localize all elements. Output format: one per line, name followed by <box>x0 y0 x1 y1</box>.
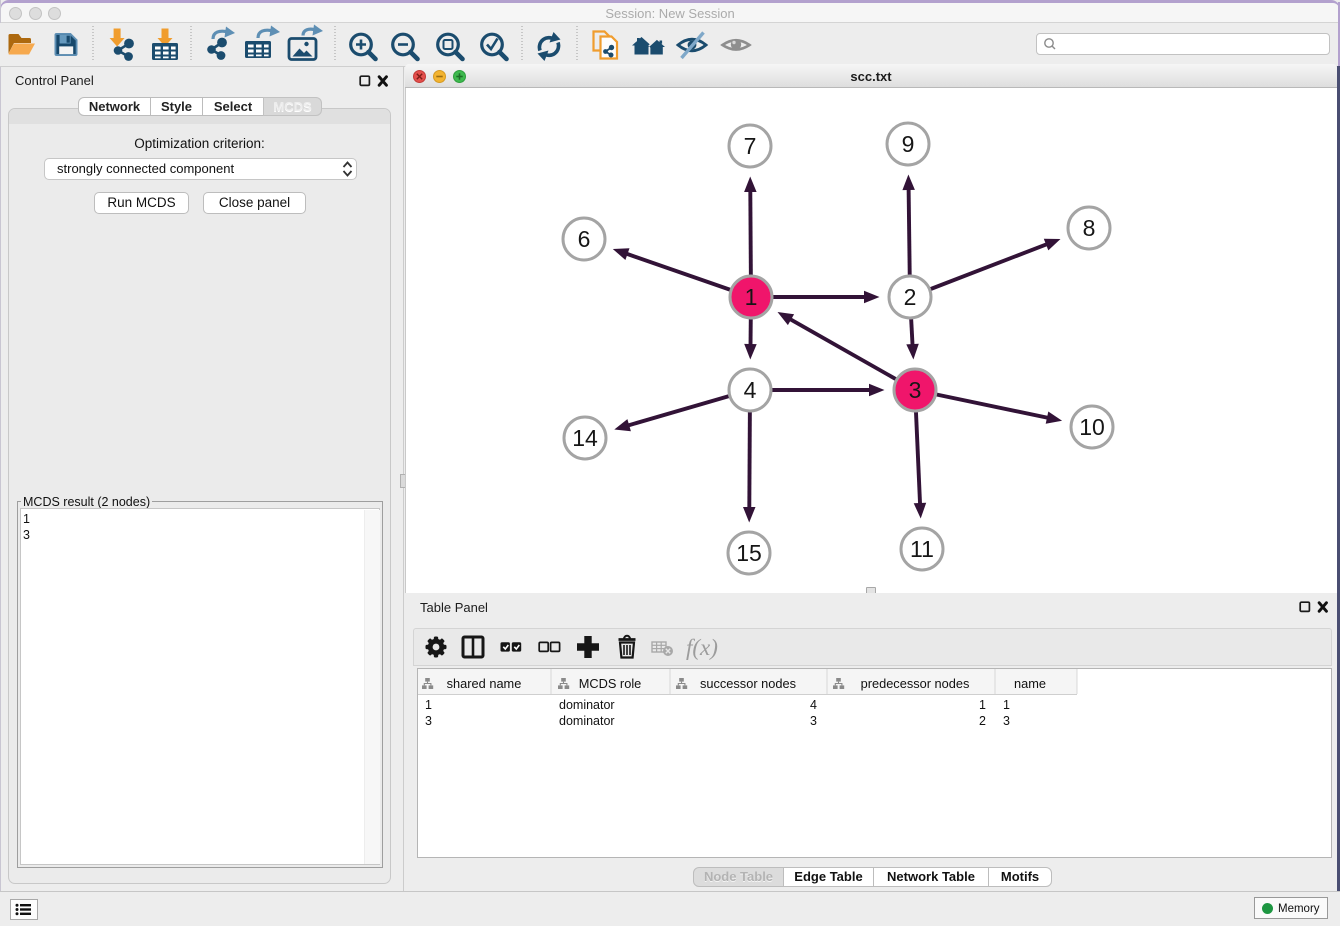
svg-text:15: 15 <box>736 540 762 566</box>
svg-text:f(x): f(x) <box>686 635 718 660</box>
svg-text:1: 1 <box>745 284 758 310</box>
svg-text:shared name: shared name <box>447 676 522 691</box>
svg-text:14: 14 <box>572 425 598 451</box>
svg-text:MCDS role: MCDS role <box>579 676 642 691</box>
svg-text:9: 9 <box>902 131 915 157</box>
svg-text:6: 6 <box>578 226 591 252</box>
svg-text:4: 4 <box>744 377 757 403</box>
svg-text:11: 11 <box>910 536 934 562</box>
svg-text:7: 7 <box>744 133 757 159</box>
svg-text:3: 3 <box>909 377 922 403</box>
svg-text:predecessor nodes: predecessor nodes <box>861 676 970 691</box>
svg-text:name: name <box>1014 676 1046 691</box>
svg-text:successor nodes: successor nodes <box>700 676 796 691</box>
svg-text:8: 8 <box>1083 215 1096 241</box>
svg-text:2: 2 <box>904 284 917 310</box>
svg-text:10: 10 <box>1079 414 1105 440</box>
